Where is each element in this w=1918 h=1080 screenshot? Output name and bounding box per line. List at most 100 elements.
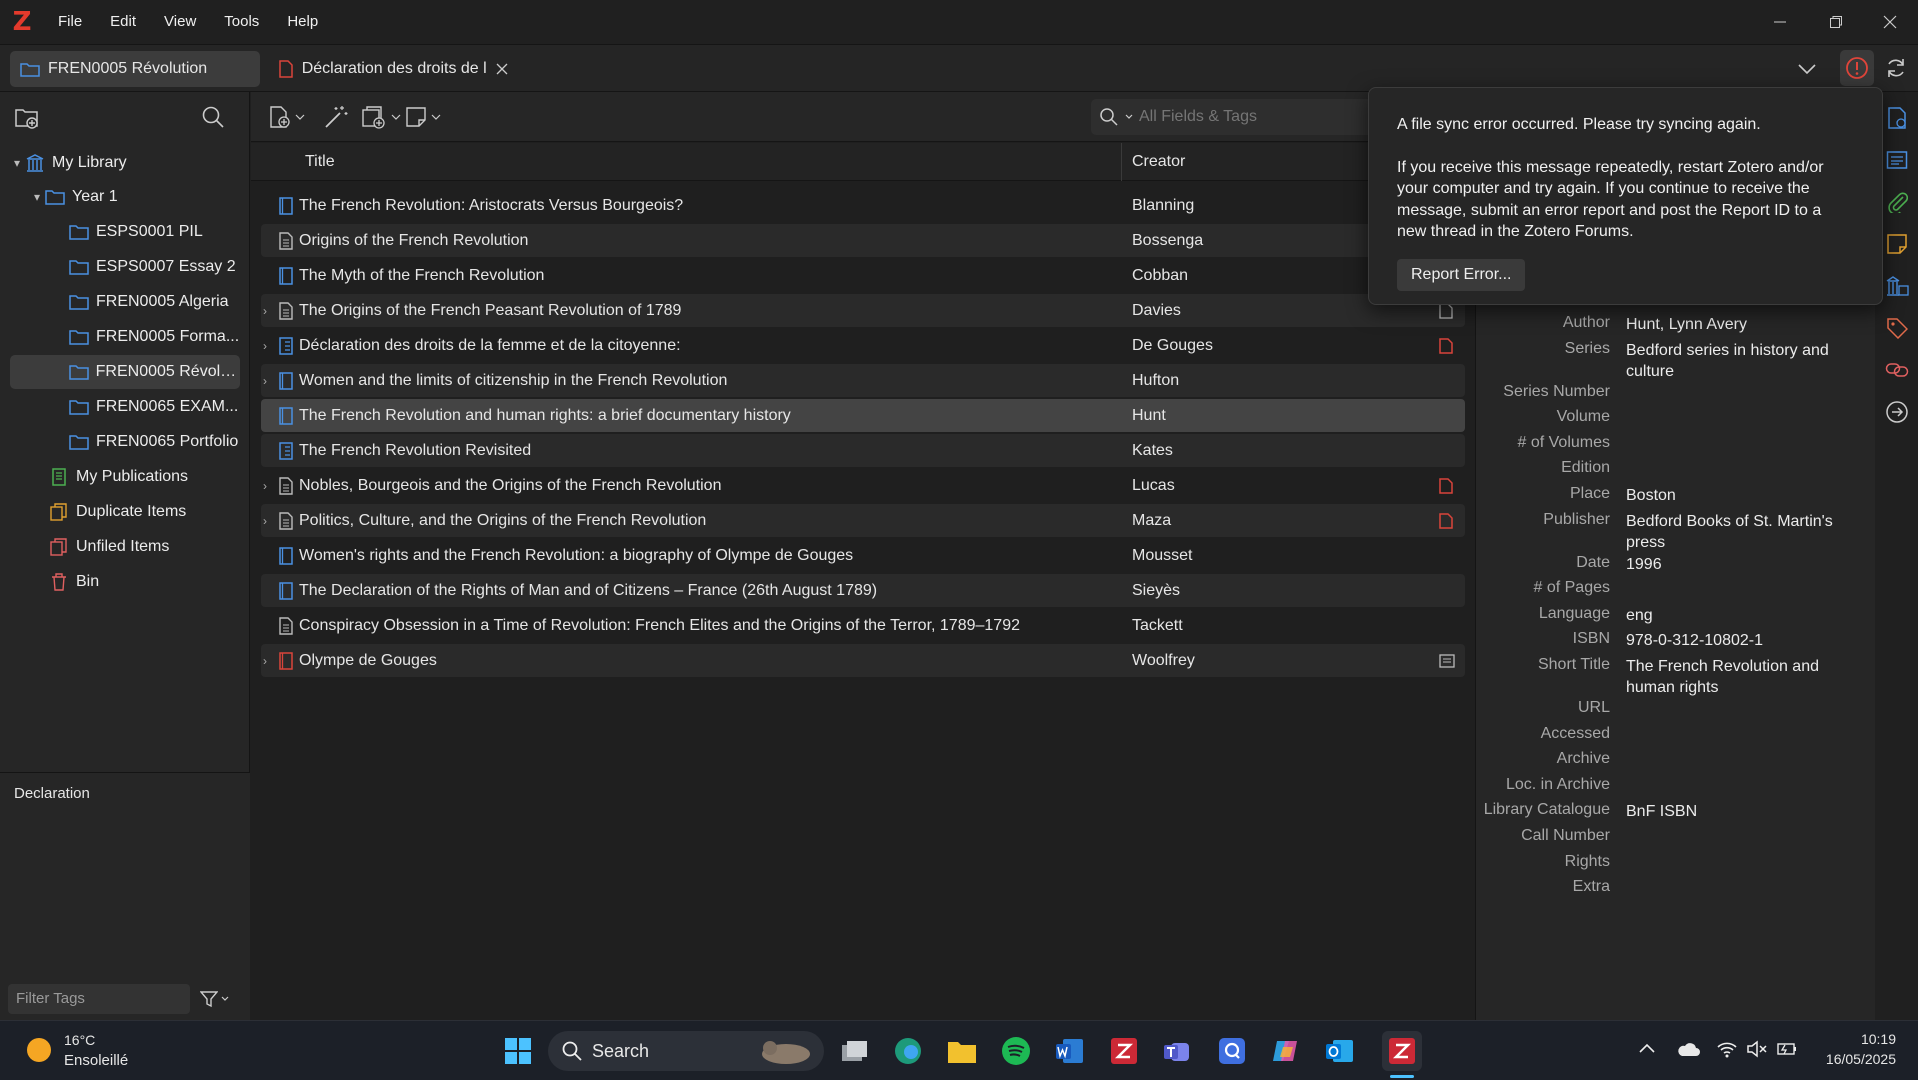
chevron-right-icon[interactable]: ›	[263, 654, 275, 668]
item-row[interactable]: Women's rights and the French Revolution…	[261, 539, 1465, 572]
column-separator[interactable]	[1121, 143, 1122, 181]
field-value[interactable]: Bedford series in history and culture	[1626, 340, 1846, 382]
chevron-right-icon[interactable]: ›	[263, 304, 275, 318]
item-row[interactable]: The Declaration of the Rights of Man and…	[261, 574, 1465, 607]
tree-collection-selected[interactable]: FREN0005 Révolu...	[10, 355, 240, 389]
field-value[interactable]: Bedford Books of St. Martin's press	[1626, 511, 1846, 553]
tabs-menu-button[interactable]	[1796, 58, 1818, 80]
field-value[interactable]: BnF ISBN	[1626, 801, 1846, 822]
menu-help[interactable]: Help	[273, 0, 332, 44]
chevron-right-icon[interactable]: ›	[263, 514, 275, 528]
field-value[interactable]: Hunt, Lynn Avery	[1626, 314, 1846, 335]
report-error-button[interactable]: Report Error...	[1397, 258, 1526, 291]
item-row[interactable]: The Myth of the French Revolution Cobban	[261, 259, 1465, 292]
item-row[interactable]: The French Revolution: Aristocrats Versu…	[261, 189, 1465, 222]
item-row-selected[interactable]: The French Revolution and human rights: …	[261, 399, 1465, 432]
side-nav-notes[interactable]	[1883, 230, 1911, 258]
tree-collection[interactable]: FREN0065 EXAM...	[10, 390, 240, 424]
side-nav-locate[interactable]	[1883, 398, 1911, 426]
item-row[interactable]: › Women and the limits of citizenship in …	[261, 364, 1465, 397]
tree-collection[interactable]: FREN0005 Algeria	[10, 285, 240, 319]
pdf-attachment-icon[interactable]	[1439, 477, 1453, 494]
menu-view[interactable]: View	[150, 0, 210, 44]
tree-my-library[interactable]: ▾ My Library	[10, 146, 240, 180]
taskbar-zotero-active[interactable]	[1382, 1031, 1422, 1071]
taskbar-teams[interactable]	[1158, 1031, 1198, 1071]
chevron-down-icon[interactable]	[1125, 113, 1133, 121]
start-button[interactable]	[498, 1031, 538, 1071]
item-row[interactable]: › Politics, Culture, and the Origins of t…	[261, 504, 1465, 537]
tray-onedrive[interactable]	[1676, 1041, 1700, 1057]
tree-my-publications[interactable]: My Publications	[10, 460, 240, 494]
tree-collection[interactable]: ESPS0001 PIL	[10, 215, 240, 249]
column-creator[interactable]: Creator	[1132, 153, 1185, 171]
clock-date[interactable]: 16/05/2025	[1816, 1051, 1896, 1067]
clock-time[interactable]: 10:19	[1848, 1031, 1896, 1047]
side-nav-attachments[interactable]	[1883, 188, 1911, 216]
side-nav-libraries-collections[interactable]	[1883, 272, 1911, 300]
item-row[interactable]: The French Revolution Revisited Kates	[261, 434, 1465, 467]
taskbar-search[interactable]: Search	[548, 1031, 824, 1071]
tree-unfiled-items[interactable]: Unfiled Items	[10, 530, 240, 564]
tree-duplicate-items[interactable]: Duplicate Items	[10, 495, 240, 529]
collection-search-button[interactable]	[200, 104, 226, 130]
chevron-right-icon[interactable]: ›	[263, 479, 275, 493]
taskbar-word[interactable]	[1050, 1031, 1090, 1071]
new-collection-button[interactable]	[14, 106, 40, 130]
tag-item[interactable]: Declaration	[14, 785, 90, 802]
add-attachment-button[interactable]	[361, 102, 401, 132]
side-nav-tags[interactable]	[1883, 314, 1911, 342]
chevron-right-icon[interactable]: ›	[263, 374, 275, 388]
chevron-down-icon[interactable]: ▾	[10, 156, 24, 170]
field-value[interactable]: The French Revolution and human rights	[1626, 656, 1846, 698]
tab-document[interactable]: Déclaration des droits de l	[268, 51, 518, 87]
taskbar-outlook[interactable]	[1320, 1031, 1360, 1071]
taskbar-file-explorer[interactable]	[942, 1031, 982, 1071]
sync-error-button[interactable]	[1840, 50, 1874, 86]
item-row[interactable]: › Nobles, Bourgeois and the Origins of th…	[261, 469, 1465, 502]
tree-collection[interactable]: FREN0005 Forma...	[10, 320, 240, 354]
tab-library[interactable]: FREN0005 Révolution	[10, 51, 260, 87]
minimize-button[interactable]	[1752, 0, 1808, 44]
item-row[interactable]: Conspiracy Obsession in a Time of Revolu…	[261, 609, 1465, 642]
field-value[interactable]: 978-0-312-10802-1	[1626, 630, 1846, 651]
close-tab-icon[interactable]	[496, 63, 508, 75]
field-value[interactable]: eng	[1626, 605, 1846, 626]
tree-year1[interactable]: ▾ Year 1	[10, 180, 240, 214]
tree-collection[interactable]: ESPS0007 Essay 2	[10, 250, 240, 284]
menu-edit[interactable]: Edit	[96, 0, 150, 44]
new-note-button[interactable]	[405, 102, 441, 132]
tray-network[interactable]	[1716, 1039, 1738, 1059]
column-title[interactable]: Title	[305, 153, 335, 171]
tree-collection[interactable]: FREN0065 Portfolio	[10, 425, 240, 459]
item-row[interactable]: › Déclaration des droits de la femme et d…	[261, 329, 1465, 362]
item-row[interactable]: › The Origins of the French Peasant Revol…	[261, 294, 1465, 327]
chevron-right-icon[interactable]: ›	[263, 339, 275, 353]
taskbar-copilot[interactable]	[1266, 1031, 1306, 1071]
side-nav-related[interactable]	[1883, 356, 1911, 384]
snapshot-attachment-icon[interactable]	[1439, 653, 1455, 668]
pdf-attachment-icon[interactable]	[1439, 337, 1453, 354]
search-input[interactable]	[1139, 108, 1359, 126]
pdf-attachment-icon[interactable]	[1439, 512, 1453, 529]
tag-filter-menu-button[interactable]	[200, 990, 229, 1008]
taskbar-app-q[interactable]	[1212, 1031, 1252, 1071]
new-item-button[interactable]	[267, 102, 305, 132]
taskbar-zotero[interactable]	[1104, 1031, 1144, 1071]
items-search[interactable]	[1091, 99, 1381, 135]
chevron-down-icon[interactable]: ▾	[30, 190, 44, 204]
field-value[interactable]: Boston	[1626, 485, 1846, 506]
add-by-identifier-button[interactable]	[323, 102, 349, 132]
menu-file[interactable]: File	[44, 0, 96, 44]
field-value[interactable]: 1996	[1626, 554, 1846, 575]
sync-button[interactable]	[1884, 56, 1908, 80]
item-row[interactable]: Origins of the French Revolution Bossenga	[261, 224, 1465, 257]
restore-button[interactable]	[1808, 0, 1864, 44]
menu-tools[interactable]: Tools	[210, 0, 273, 44]
taskbar-spotify[interactable]	[996, 1031, 1036, 1071]
tree-bin[interactable]: Bin	[10, 565, 240, 599]
taskbar-edge[interactable]	[888, 1031, 928, 1071]
item-row[interactable]: › Olympe de Gouges Woolfrey	[261, 644, 1465, 677]
side-nav-info[interactable]	[1883, 104, 1911, 132]
filter-tags-input[interactable]: Filter Tags	[8, 984, 190, 1014]
